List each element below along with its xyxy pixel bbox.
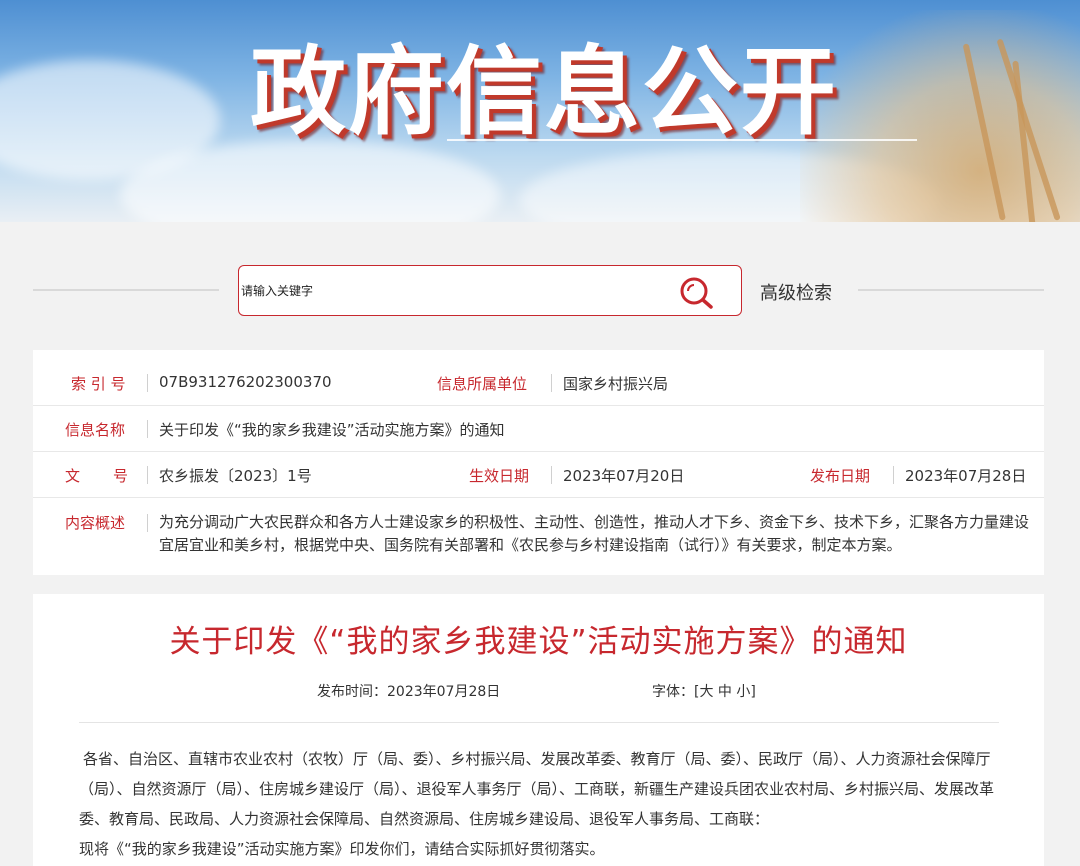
unit-value: 国家乡村振兴局 (563, 375, 669, 393)
separator (551, 374, 552, 392)
publish-date-value: 2023年07月28日 (905, 467, 1027, 485)
search-input[interactable] (241, 280, 661, 302)
search-box (238, 265, 742, 316)
info-row-index: 索 引 号 07B931276202300370 信息所属单位 国家乡村振兴局 (33, 360, 1044, 406)
doc-value: 农乡振发〔2023〕1号 (159, 467, 312, 485)
banner-divider (447, 139, 917, 141)
banner: 政府信息公开 (0, 0, 1080, 222)
info-row-doc: 文 号 农乡振发〔2023〕1号 生效日期 2023年07月20日 发布日期 2… (33, 452, 1044, 498)
name-label: 信息名称 (65, 421, 126, 439)
info-row-summary: 内容概述 为充分调动广大农民群众和各方人士建设家乡的积极性、主动性、创造性，推动… (33, 498, 1044, 568)
info-row-name: 信息名称 关于印发《“我的家乡我建设”活动实施方案》的通知 (33, 406, 1044, 452)
separator (147, 466, 148, 484)
advanced-search-link[interactable]: 高级检索 (760, 279, 832, 305)
article-paragraph: 各省、自治区、直辖市农业农村（农牧）厅（局、委）、乡村振兴局、发展改革委、教育厅… (79, 750, 995, 828)
index-value: 07B931276202300370 (159, 373, 332, 391)
doc-label: 号 (113, 467, 129, 485)
font-size-selector[interactable]: 字体：[大 中 小] (652, 681, 756, 701)
separator (893, 466, 894, 484)
unit-label: 信息所属单位 (437, 375, 528, 393)
article-publish-time: 发布时间：2023年07月28日 (317, 684, 501, 700)
effective-date-label: 生效日期 (469, 467, 530, 485)
separator (147, 420, 148, 438)
article-paragraph: 现将《“我的家乡我建设”活动实施方案》印发你们，请结合实际抓好贯彻落实。 (79, 840, 605, 858)
name-value: 关于印发《“我的家乡我建设”活动实施方案》的通知 (159, 421, 505, 439)
separator (147, 514, 148, 532)
article-title: 关于印发《“我的家乡我建设”活动实施方案》的通知 (169, 624, 908, 660)
search-icon[interactable] (679, 276, 715, 310)
doc-label: 文 (65, 467, 81, 485)
search-divider-right (858, 289, 1044, 291)
effective-date-value: 2023年07月20日 (563, 467, 685, 485)
info-table: 索 引 号 07B931276202300370 信息所属单位 国家乡村振兴局 … (33, 350, 1044, 575)
summary-value: 为充分调动广大农民群众和各方人士建设家乡的积极性、主动性、创造性，推动人才下乡、… (159, 513, 1030, 554)
summary-label: 内容概述 (65, 514, 126, 532)
search-divider-left (33, 289, 219, 291)
wheat-decoration (800, 10, 1080, 222)
index-label: 索 引 号 (71, 375, 126, 393)
publish-date-label: 发布日期 (810, 467, 871, 485)
article-body: 各省、自治区、直辖市农业农村（农牧）厅（局、委）、乡村振兴局、发展改革委、教育厅… (79, 744, 1009, 864)
separator (551, 466, 552, 484)
separator (147, 374, 148, 392)
banner-title: 政府信息公开 (250, 36, 838, 148)
article: 关于印发《“我的家乡我建设”活动实施方案》的通知 发布时间：2023年07月28… (33, 594, 1044, 866)
article-divider (79, 722, 999, 723)
